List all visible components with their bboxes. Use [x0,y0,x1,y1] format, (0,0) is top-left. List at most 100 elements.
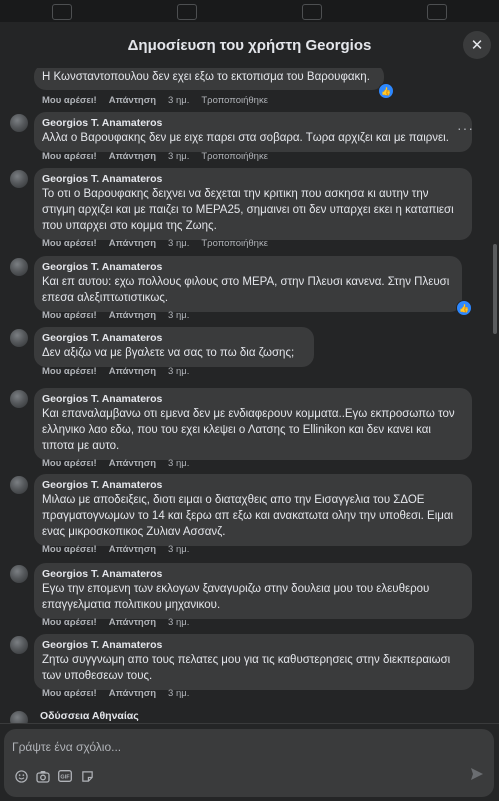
avatar[interactable] [10,476,28,494]
avatar[interactable] [10,258,28,276]
like-button[interactable]: Μου αρέσει! [42,458,97,469]
avatar[interactable] [10,565,28,583]
reply-button[interactable]: Απάντηση [109,366,156,377]
comment-composer: Γράψτε ένα σχόλιο... GIF [0,723,499,801]
comment-actions: Μου αρέσει! Απάντηση 3 ημ. Τροποποιήθηκε [42,238,268,249]
comment-text: Δεν αξιζω να με βγαλετε να σας το πω δια… [42,347,295,359]
comment-bubble: Georgios T. Anamateros Το οτι ο Βαρουφακ… [34,168,472,240]
comment-placeholder: Γράψτε ένα σχόλιο... [12,740,122,754]
edited-label: Τροποποιήθηκε [201,238,268,249]
composer-icons: GIF [14,769,94,783]
reply-button[interactable]: Απάντηση [109,151,156,162]
comment-text: Το οτι ο Βαρουφακης δειχνει να δεχεται τ… [42,188,454,232]
reply-button[interactable]: Απάντηση [109,95,156,106]
like-button[interactable]: Μου αρέσει! [42,95,97,106]
thumbs-up-icon: 👍 [381,86,391,96]
reply-button[interactable]: Απάντηση [109,544,156,555]
comment-timestamp[interactable]: 3 ημ. [168,151,189,162]
gif-icon[interactable]: GIF [58,769,72,783]
close-icon: ✕ [470,37,484,54]
avatar[interactable] [10,390,28,408]
comment-author[interactable]: Georgios T. Anamateros [42,393,462,406]
avatar[interactable] [10,711,28,723]
reply-button[interactable]: Απάντηση [109,238,156,249]
comment-text: Και επαναλαμβανω οτι εμενα δεν με ενδιαφ… [42,408,455,452]
comment-actions: Μου αρέσει! Απάντηση 3 ημ. [42,366,201,377]
like-button[interactable]: Μου αρέσει! [42,366,97,377]
like-button[interactable]: Μου αρέσει! [42,238,97,249]
comment-text: Και επ αυτου: εχω πολλους φιλους στο ΜΕΡ… [42,276,450,304]
comment-actions: Μου αρέσει! Απάντηση 3 ημ. [42,617,201,628]
reply-button[interactable]: Απάντηση [109,688,156,699]
video-icon [177,4,198,20]
comment-actions: Μου αρέσει! Απάντηση 3 ημ. [42,688,201,699]
edited-label: Τροποποιήθηκε [201,95,268,106]
groups-icon [426,4,447,20]
like-reaction-badge[interactable]: 👍 [456,300,472,316]
comment-timestamp[interactable]: 3 ημ. [168,688,189,699]
comment-text: Ζητω συγγνωμη απο τους πελατες μου για τ… [42,654,451,682]
background-tab-strip [0,0,499,24]
reply-button[interactable]: Απάντηση [109,310,156,321]
comment-text: Εγω την επομενη των εκλογων ξαναγυριζω σ… [42,583,430,611]
comment-text: Αλλα ο Βαρουφακης δεν με ειχε παρει στα … [42,132,449,144]
comments-list[interactable]: Η Κωνσταντοπουλου δεν εχει εξω το εκτοπι… [0,68,499,723]
comment-timestamp[interactable]: 3 ημ. [168,238,189,249]
like-button[interactable]: Μου αρέσει! [42,151,97,162]
comment-author[interactable]: Georgios T. Anamateros [42,639,464,652]
reply-button[interactable]: Απάντηση [109,458,156,469]
comment-bubble: Georgios T. Anamateros Αλλα ο Βαρουφακης… [34,112,472,152]
comment-author[interactable]: Οδύσσεια Αθηναίας [40,710,139,722]
avatar[interactable] [10,636,28,654]
emoji-icon[interactable] [14,769,28,783]
home-icon [52,4,73,20]
edited-label: Τροποποιήθηκε [201,151,268,162]
comment-timestamp[interactable]: 3 ημ. [168,310,189,321]
comment-author[interactable]: Georgios T. Anamateros [42,117,462,130]
like-button[interactable]: Μου αρέσει! [42,688,97,699]
post-dialog-header: Δημοσίευση του χρήστη Georgios ✕ [0,22,499,69]
comment-actions: Μου αρέσει! Απάντηση 3 ημ. Τροποποιήθηκε [42,151,268,162]
comment-actions: Μου αρέσει! Απάντηση 3 ημ. Τροποποιήθηκε [42,95,268,106]
svg-text:GIF: GIF [60,775,70,781]
comment-author[interactable]: Georgios T. Anamateros [42,332,304,345]
comment-author[interactable]: Georgios T. Anamateros [42,173,462,186]
comment-input[interactable]: Γράψτε ένα σχόλιο... GIF [4,729,494,797]
comment-bubble: Georgios T. Anamateros Και επαναλαμβανω … [34,388,472,460]
close-button[interactable]: ✕ [463,31,491,59]
comment-timestamp[interactable]: 3 ημ. [168,544,189,555]
comment-text: Η Κωνσταντοπουλου δεν εχει εξω το εκτοπι… [42,71,370,83]
comment-timestamp[interactable]: 3 ημ. [168,458,189,469]
send-icon[interactable] [470,767,484,784]
marketplace-icon [301,4,322,20]
comment-author[interactable]: Georgios T. Anamateros [42,261,452,274]
like-button[interactable]: Μου αρέσει! [42,617,97,628]
more-options-icon[interactable]: ··· [457,120,474,136]
avatar[interactable] [10,170,28,188]
reply-button[interactable]: Απάντηση [109,617,156,628]
like-button[interactable]: Μου αρέσει! [42,310,97,321]
comment-bubble: Georgios T. Anamateros Και επ αυτου: εχω… [34,256,462,312]
sticker-icon[interactable] [80,769,94,783]
comment-timestamp[interactable]: 3 ημ. [168,366,189,377]
camera-icon[interactable] [36,769,50,783]
thumbs-up-icon: 👍 [459,303,469,313]
like-button[interactable]: Μου αρέσει! [42,544,97,555]
comment-bubble: Georgios T. Anamateros Μιλαω με αποδειξε… [34,474,472,546]
comment-timestamp[interactable]: 3 ημ. [168,617,189,628]
avatar[interactable] [10,329,28,347]
comment-author[interactable]: Georgios T. Anamateros [42,568,462,581]
comment-actions: Μου αρέσει! Απάντηση 3 ημ. [42,310,201,321]
comment-bubble: Georgios T. Anamateros Δεν αξιζω να με β… [34,327,314,367]
comment-bubble: Georgios T. Anamateros Ζητω συγγνωμη απο… [34,634,474,690]
comment-author[interactable]: Georgios T. Anamateros [42,479,462,492]
comment-text: Μιλαω με αποδειξεις, διοτι ειμαι ο διατα… [42,494,454,538]
avatar[interactable] [10,114,28,132]
comment-actions: Μου αρέσει! Απάντηση 3 ημ. [42,458,201,469]
dialog-title: Δημοσίευση του χρήστη Georgios [127,36,372,54]
scrollbar[interactable] [493,244,497,334]
comment-bubble: Η Κωνσταντοπουλου δεν εχει εξω το εκτοπι… [34,68,384,90]
like-reaction-badge[interactable]: 👍 [378,83,394,99]
comment-timestamp[interactable]: 3 ημ. [168,95,189,106]
comment-actions: Μου αρέσει! Απάντηση 3 ημ. [42,544,201,555]
